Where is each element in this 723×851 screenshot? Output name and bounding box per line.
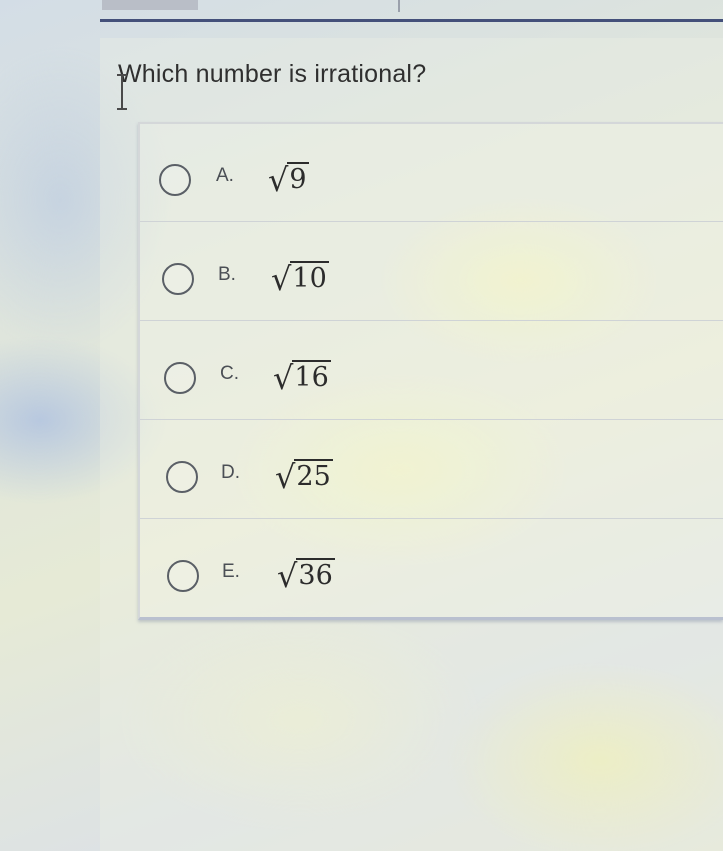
option-b[interactable]: B. √ 10 — [140, 223, 723, 321]
option-letter-a: A. — [216, 165, 234, 186]
radicand-d: 25 — [294, 459, 333, 492]
radical-sign-icon: √ — [268, 161, 289, 199]
radicand-e: 36 — [296, 558, 335, 591]
option-e[interactable]: E. √ 36 — [140, 520, 723, 618]
option-math-d: √ 25 — [275, 454, 333, 494]
radical-sign-icon: √ — [273, 359, 294, 397]
radicand-c: 16 — [292, 360, 331, 393]
radio-button-a[interactable] — [159, 164, 191, 196]
option-math-b: √ 10 — [271, 256, 329, 296]
radicand-a: 9 — [287, 162, 309, 195]
option-c[interactable]: C. √ 16 — [140, 322, 723, 420]
radicand-b: 10 — [290, 261, 329, 294]
answer-options-list: A. √ 9 B. √ 10 C. √ 16 D. √ 25 E. √ 36 — [138, 122, 723, 620]
option-math-a: √ 9 — [268, 157, 309, 197]
top-tab[interactable] — [102, 0, 198, 10]
text-cursor-icon — [115, 72, 129, 112]
radical-sign-icon: √ — [275, 458, 296, 496]
option-math-c: √ 16 — [273, 355, 331, 395]
top-tick-mark — [398, 0, 400, 12]
option-a[interactable]: A. √ 9 — [140, 124, 723, 222]
option-letter-b: B. — [218, 264, 236, 285]
radical-sign-icon: √ — [277, 557, 298, 595]
option-letter-c: C. — [220, 363, 239, 384]
radio-button-b[interactable] — [162, 263, 194, 295]
question-text: Which number is irrational? — [118, 60, 427, 88]
option-letter-d: D. — [221, 462, 240, 483]
option-d[interactable]: D. √ 25 — [140, 421, 723, 519]
radical-sign-icon: √ — [271, 260, 292, 298]
option-letter-e: E. — [222, 561, 240, 582]
option-math-e: √ 36 — [277, 553, 335, 593]
radio-button-d[interactable] — [166, 461, 198, 493]
radio-button-c[interactable] — [164, 362, 196, 394]
radio-button-e[interactable] — [167, 560, 199, 592]
